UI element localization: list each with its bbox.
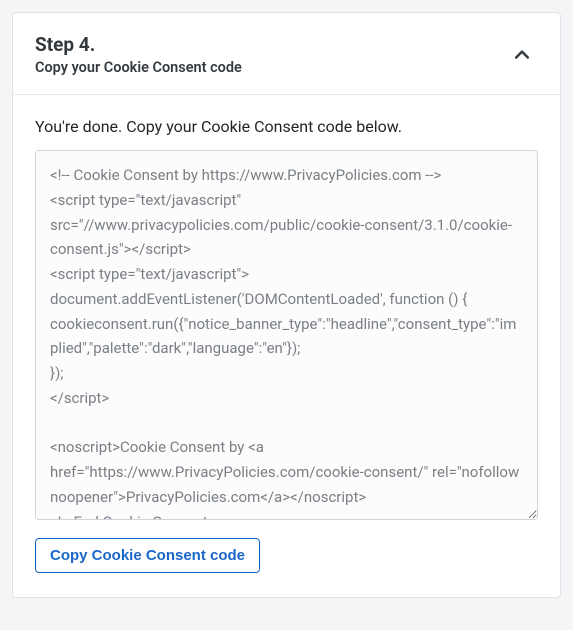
code-textarea[interactable] [35,150,538,520]
collapse-toggle[interactable] [506,39,538,71]
copy-code-button[interactable]: Copy Cookie Consent code [35,538,260,573]
step-title: Step 4. [35,33,506,56]
chevron-up-icon [512,45,532,65]
instruction-text: You're done. Copy your Cookie Consent co… [35,117,538,136]
header-text: Step 4. Copy your Cookie Consent code [35,33,506,76]
card-body: You're done. Copy your Cookie Consent co… [13,95,560,597]
step-subtitle: Copy your Cookie Consent code [35,59,506,76]
step-card: Step 4. Copy your Cookie Consent code Yo… [12,12,561,598]
card-header: Step 4. Copy your Cookie Consent code [13,13,560,95]
